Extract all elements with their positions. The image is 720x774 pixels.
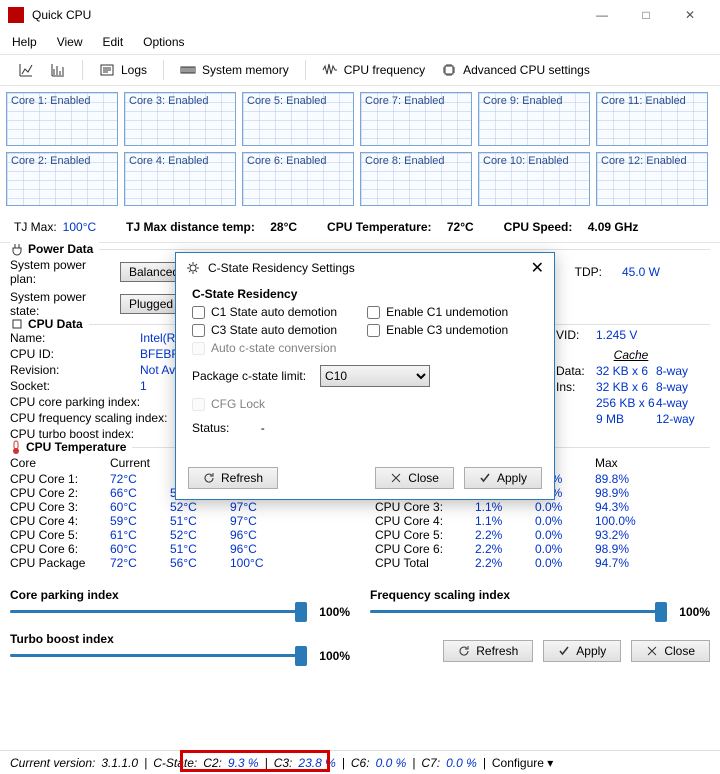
toolbar-cpu-frequency[interactable]: CPU frequency bbox=[316, 59, 431, 81]
window-title: Quick CPU bbox=[32, 8, 580, 22]
tjmax-value[interactable]: 100°C bbox=[63, 220, 97, 234]
table-row: CPU Total2.2%0.0%94.7% bbox=[375, 556, 710, 570]
core-tile[interactable]: Core 6: Enabled bbox=[242, 152, 354, 206]
table-row: CPU Core 6:60°C51°C96°C bbox=[10, 542, 345, 556]
toolbar-graph2-icon[interactable] bbox=[44, 59, 72, 81]
core-tile[interactable]: Core 9: Enabled bbox=[478, 92, 590, 146]
freq-scaling-slider[interactable] bbox=[370, 604, 667, 620]
tdp-value: 45.0 W bbox=[622, 265, 660, 279]
configure-dropdown[interactable]: Configure ▾ bbox=[492, 756, 553, 770]
core-tile[interactable]: Core 5: Enabled bbox=[242, 92, 354, 146]
menu-bar: Help View Edit Options bbox=[0, 30, 720, 54]
maximize-button[interactable]: □ bbox=[624, 0, 668, 30]
core-tile[interactable]: Core 4: Enabled bbox=[124, 152, 236, 206]
dialog-close-icon[interactable]: ✕ bbox=[531, 258, 544, 278]
freq-scaling-slider-group: Frequency scaling index 100% bbox=[370, 588, 710, 620]
core-tile[interactable]: Core 1: Enabled bbox=[6, 92, 118, 146]
toolbar-system-memory[interactable]: System memory bbox=[174, 59, 295, 81]
menu-view[interactable]: View bbox=[57, 35, 83, 49]
dialog-refresh-button[interactable]: Refresh bbox=[188, 467, 278, 489]
c3-undemotion-checkbox[interactable]: Enable C3 undemotion bbox=[367, 323, 508, 337]
core-tile[interactable]: Core 11: Enabled bbox=[596, 92, 708, 146]
turbo-boost-slider[interactable] bbox=[10, 648, 307, 664]
title-bar: Quick CPU — □ ✕ bbox=[0, 0, 720, 30]
c1-undemotion-checkbox[interactable]: Enable C1 undemotion bbox=[367, 305, 508, 319]
close-button-main[interactable]: Close bbox=[631, 640, 710, 662]
table-row: CPU Core 4:59°C51°C97°C bbox=[10, 514, 345, 528]
table-row: CPU Core 6:2.2%0.0%98.9% bbox=[375, 542, 710, 556]
c1-demotion-checkbox[interactable]: C1 State auto demotion bbox=[192, 305, 337, 319]
menu-options[interactable]: Options bbox=[143, 35, 184, 49]
table-row: CPU Core 3:60°C52°C97°C bbox=[10, 500, 345, 514]
separator bbox=[82, 60, 83, 80]
cpu-icon bbox=[10, 317, 24, 331]
cfg-lock-checkbox: CFG Lock bbox=[192, 397, 265, 411]
power-state-label: System power state: bbox=[10, 290, 110, 318]
dialog-apply-button[interactable]: Apply bbox=[464, 467, 542, 489]
core-grid: Core 1: Enabled Core 3: Enabled Core 5: … bbox=[0, 86, 720, 212]
plug-icon bbox=[10, 242, 24, 256]
toolbar-logs[interactable]: Logs bbox=[93, 59, 153, 81]
cstate-dialog: C-State Residency Settings ✕ C-State Res… bbox=[175, 252, 555, 500]
power-plan-label: System power plan: bbox=[10, 258, 110, 286]
table-row: CPU Package72°C56°C100°C bbox=[10, 556, 345, 570]
table-row: CPU Core 4:1.1%0.0%100.0% bbox=[375, 514, 710, 528]
menu-edit[interactable]: Edit bbox=[102, 35, 123, 49]
core-parking-slider[interactable] bbox=[10, 604, 307, 620]
thermometer-icon bbox=[10, 440, 22, 454]
core-tile[interactable]: Core 12: Enabled bbox=[596, 152, 708, 206]
dialog-close-button[interactable]: Close bbox=[375, 467, 454, 489]
toolbar-advanced-cpu[interactable]: Advanced CPU settings bbox=[435, 59, 596, 81]
core-tile[interactable]: Core 2: Enabled bbox=[6, 152, 118, 206]
menu-help[interactable]: Help bbox=[12, 35, 37, 49]
table-row: CPU Core 3:1.1%0.0%94.3% bbox=[375, 500, 710, 514]
close-button[interactable]: ✕ bbox=[668, 0, 712, 30]
core-parking-slider-group: Core parking index 100% bbox=[10, 588, 350, 620]
core-tile[interactable]: Core 8: Enabled bbox=[360, 152, 472, 206]
dialog-title: C-State Residency Settings bbox=[208, 261, 355, 275]
table-row: CPU Core 5:61°C52°C96°C bbox=[10, 528, 345, 542]
power-state-select[interactable]: Plugged bbox=[120, 294, 182, 314]
separator bbox=[163, 60, 164, 80]
status-bar: Current version:3.1.1.0 | C-State: C2:9.… bbox=[0, 750, 720, 774]
separator bbox=[305, 60, 306, 80]
core-tile[interactable]: Core 7: Enabled bbox=[360, 92, 472, 146]
core-tile[interactable]: Core 10: Enabled bbox=[478, 152, 590, 206]
toolbar: Logs System memory CPU frequency Advance… bbox=[0, 54, 720, 86]
c3-demotion-checkbox[interactable]: C3 State auto demotion bbox=[192, 323, 337, 337]
turbo-boost-slider-group: Turbo boost index 100% bbox=[10, 632, 350, 664]
core-tile[interactable]: Core 3: Enabled bbox=[124, 92, 236, 146]
auto-conversion-checkbox: Auto c-state conversion bbox=[192, 341, 336, 355]
minimize-button[interactable]: — bbox=[580, 0, 624, 30]
table-row: CPU Core 5:2.2%0.0%93.2% bbox=[375, 528, 710, 542]
package-cstate-limit-select[interactable]: C10 bbox=[320, 365, 430, 387]
stats-row: TJ Max:100°C TJ Max distance temp: 28°C … bbox=[0, 212, 720, 243]
refresh-button[interactable]: Refresh bbox=[443, 640, 533, 662]
app-icon bbox=[8, 7, 24, 23]
tdp-label: TDP: bbox=[575, 265, 602, 279]
toolbar-graph1-icon[interactable] bbox=[12, 59, 40, 81]
gear-icon bbox=[186, 261, 200, 275]
apply-button[interactable]: Apply bbox=[543, 640, 621, 662]
cpu-right-info: VID:1.245 V Cache Data:32 KB x 68-way In… bbox=[556, 280, 706, 428]
